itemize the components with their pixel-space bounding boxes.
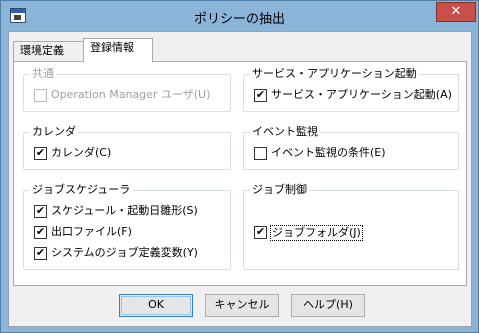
check-icon: ✔	[35, 246, 46, 259]
checkbox-label: システムのジョブ定義変数(Y)	[51, 246, 198, 259]
close-icon: ✕	[450, 4, 462, 19]
tab-registration[interactable]: 登録情報	[83, 38, 153, 62]
group-common: 共通 Operation Manager ユーザ(U)	[23, 67, 231, 112]
dialog-window: ポリシーの抽出 ✕ 環境定義 登録情報 共通 Operation Manager…	[0, 0, 479, 333]
checkbox-label: サービス・アプリケーション起動(A)	[271, 88, 452, 101]
help-button-label: ヘルプ(H)	[303, 298, 353, 311]
checkbox-label: Operation Manager ユーザ(U)	[51, 88, 211, 101]
group-service-label: サービス・アプリケーション起動	[250, 67, 419, 81]
checkbox-label: ジョブフォルダ(J)	[270, 225, 363, 241]
help-button[interactable]: ヘルプ(H)	[291, 294, 365, 317]
check-icon: ✔	[35, 225, 46, 238]
tab-environment[interactable]: 環境定義	[13, 41, 85, 61]
cancel-button[interactable]: キャンセル	[205, 294, 279, 317]
title-bar[interactable]: ポリシーの抽出 ✕	[1, 1, 478, 31]
check-icon: ✔	[255, 88, 266, 101]
checkbox-label: スケジュール・起動日雛形(S)	[51, 204, 198, 217]
group-common-label: 共通	[30, 67, 56, 81]
client-area: 環境定義 登録情報 共通 Operation Manager ユーザ(U) サー…	[8, 31, 472, 327]
checkbox-box[interactable]: ✔	[34, 225, 47, 239]
group-calendar: カレンダ ✔ カレンダ(C)	[23, 125, 231, 170]
group-event-label: イベント監視	[250, 125, 320, 139]
ok-button-label: OK	[148, 298, 164, 311]
check-icon: ✔	[255, 225, 266, 238]
group-job-control-label: ジョブ制御	[250, 183, 309, 197]
group-service: サービス・アプリケーション起動 ✔ サービス・アプリケーション起動(A)	[243, 67, 459, 112]
group-event: イベント監視 イベント監視の条件(E)	[243, 125, 459, 170]
check-icon: ✔	[35, 204, 46, 217]
checkbox-box[interactable]	[34, 89, 47, 102]
group-scheduler: ジョブスケジューラ ✔ スケジュール・起動日雛形(S) ✔ 出口ファイル(F) …	[23, 183, 231, 270]
ok-button[interactable]: OK	[119, 294, 193, 317]
group-scheduler-label: ジョブスケジューラ	[30, 183, 133, 197]
checkbox-box[interactable]: ✔	[34, 146, 47, 160]
checkbox-box[interactable]: ✔	[34, 204, 47, 218]
window-title: ポリシーの抽出	[193, 12, 285, 27]
checkbox-label: イベント監視の条件(E)	[271, 146, 386, 159]
checkbox-box[interactable]: ✔	[254, 225, 267, 239]
check-icon: ✔	[35, 146, 46, 159]
group-job-control: ジョブ制御 ✔ ジョブフォルダ(J)	[243, 183, 459, 270]
checkbox-label: 出口ファイル(F)	[51, 225, 132, 238]
group-calendar-label: カレンダ	[30, 125, 78, 139]
close-button[interactable]: ✕	[436, 2, 476, 22]
checkbox-box[interactable]: ✔	[254, 88, 267, 102]
cancel-button-label: キャンセル	[214, 298, 270, 311]
checkbox-box[interactable]	[254, 147, 267, 160]
checkbox-label: カレンダ(C)	[51, 146, 112, 159]
checkbox-box[interactable]: ✔	[34, 246, 47, 260]
tab-panel: 共通 Operation Manager ユーザ(U) サービス・アプリケーショ…	[13, 61, 467, 286]
